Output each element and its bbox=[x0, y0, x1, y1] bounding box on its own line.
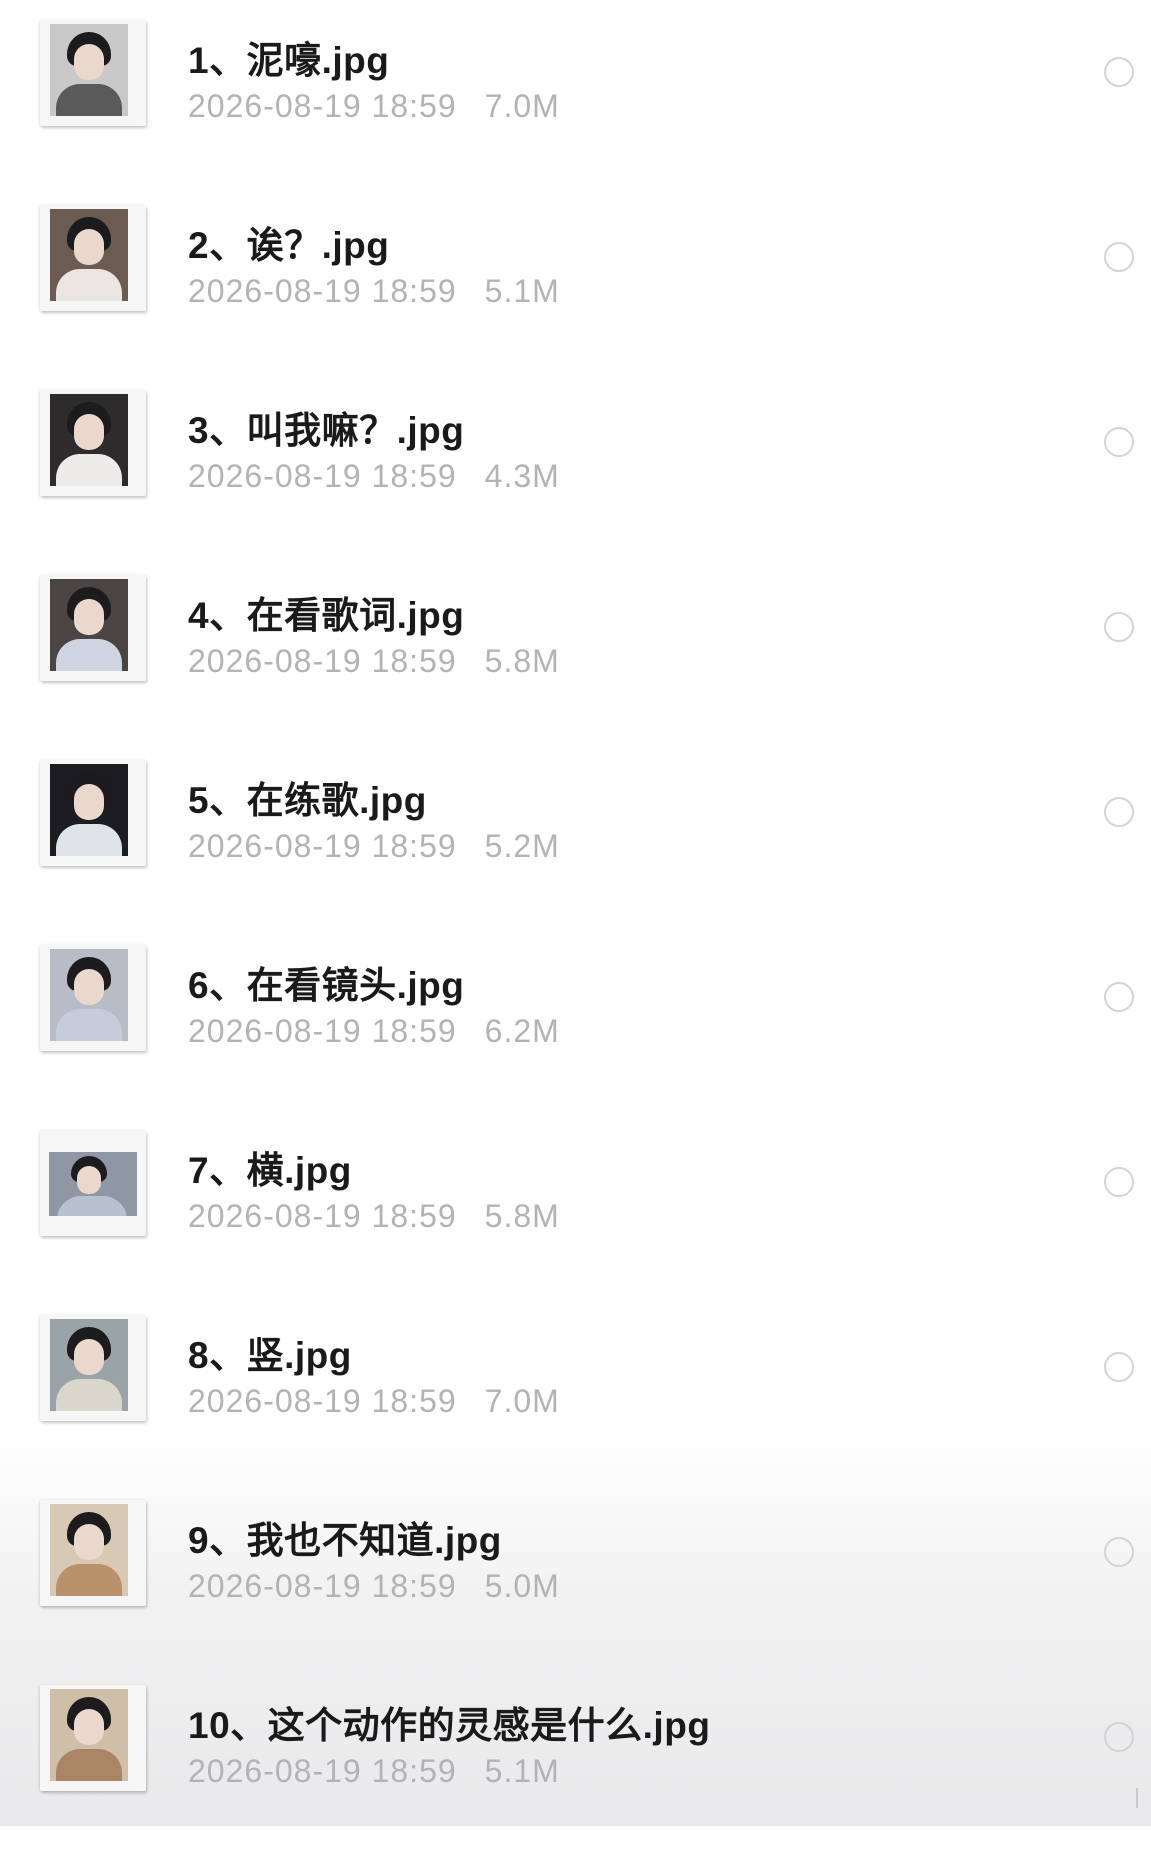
file-size: 4.3M bbox=[484, 458, 560, 494]
file-meta: 2026-08-19 18:59 7.0M bbox=[188, 88, 560, 125]
photo-thumbnail-icon bbox=[40, 1500, 146, 1606]
file-date: 2026-08-19 18:59 bbox=[188, 643, 457, 679]
file-row[interactable]: 7、横.jpg 2026-08-19 18:59 5.8M bbox=[0, 1110, 1151, 1295]
file-date: 2026-08-19 18:59 bbox=[188, 458, 457, 494]
file-row[interactable]: 8、竖.jpg 2026-08-19 18:59 7.0M bbox=[0, 1295, 1151, 1480]
selection-circle-icon[interactable] bbox=[1104, 1722, 1134, 1752]
photo-thumbnail-icon bbox=[40, 1315, 146, 1421]
file-row[interactable]: 10、这个动作的灵感是什么.jpg 2026-08-19 18:59 5.1M bbox=[0, 1665, 1151, 1850]
file-row[interactable]: 3、叫我嘛？.jpg 2026-08-19 18:59 4.3M bbox=[0, 370, 1151, 555]
selection-circle-icon[interactable] bbox=[1104, 57, 1134, 87]
file-size: 7.0M bbox=[484, 1383, 560, 1419]
selection-circle-icon[interactable] bbox=[1104, 612, 1134, 642]
file-name: 2、诶？.jpg bbox=[188, 225, 390, 266]
file-list: 1、泥嚎.jpg 2026-08-19 18:59 7.0M 2、诶？.jpg 2… bbox=[0, 0, 1151, 1826]
file-row[interactable]: 5、在练歌.jpg 2026-08-19 18:59 5.2M bbox=[0, 740, 1151, 925]
file-size: 6.2M bbox=[484, 1013, 560, 1049]
file-meta: 2026-08-19 18:59 5.1M bbox=[188, 1753, 560, 1790]
file-meta: 2026-08-19 18:59 5.0M bbox=[188, 1568, 560, 1605]
selection-circle-icon[interactable] bbox=[1104, 797, 1134, 827]
file-size: 5.8M bbox=[484, 1198, 560, 1234]
photo-thumbnail-icon bbox=[40, 1685, 146, 1791]
file-name: 7、横.jpg bbox=[188, 1150, 352, 1191]
photo-thumbnail-icon bbox=[40, 390, 146, 496]
file-meta: 2026-08-19 18:59 7.0M bbox=[188, 1383, 560, 1420]
selection-circle-icon[interactable] bbox=[1104, 242, 1134, 272]
file-size: 5.2M bbox=[484, 828, 560, 864]
file-size: 5.1M bbox=[484, 273, 560, 309]
file-date: 2026-08-19 18:59 bbox=[188, 273, 457, 309]
file-meta: 2026-08-19 18:59 5.8M bbox=[188, 643, 560, 680]
selection-circle-icon[interactable] bbox=[1104, 1167, 1134, 1197]
file-size: 5.1M bbox=[484, 1753, 560, 1789]
selection-circle-icon[interactable] bbox=[1104, 427, 1134, 457]
file-date: 2026-08-19 18:59 bbox=[188, 88, 457, 124]
file-meta: 2026-08-19 18:59 5.8M bbox=[188, 1198, 560, 1235]
file-row[interactable]: 6、在看镜头.jpg 2026-08-19 18:59 6.2M bbox=[0, 925, 1151, 1110]
photo-thumbnail-icon bbox=[40, 575, 146, 681]
file-date: 2026-08-19 18:59 bbox=[188, 828, 457, 864]
file-name: 1、泥嚎.jpg bbox=[188, 40, 390, 81]
file-name: 3、叫我嘛？.jpg bbox=[188, 410, 465, 451]
file-date: 2026-08-19 18:59 bbox=[188, 1198, 457, 1234]
scroll-indicator[interactable] bbox=[1136, 1788, 1138, 1808]
file-name: 9、我也不知道.jpg bbox=[188, 1520, 502, 1561]
file-name: 5、在练歌.jpg bbox=[188, 780, 427, 821]
file-meta: 2026-08-19 18:59 5.1M bbox=[188, 273, 560, 310]
file-row[interactable]: 9、我也不知道.jpg 2026-08-19 18:59 5.0M bbox=[0, 1480, 1151, 1665]
file-size: 5.0M bbox=[484, 1568, 560, 1604]
photo-thumbnail-icon bbox=[40, 760, 146, 866]
file-date: 2026-08-19 18:59 bbox=[188, 1568, 457, 1604]
selection-circle-icon[interactable] bbox=[1104, 1352, 1134, 1382]
file-meta: 2026-08-19 18:59 5.2M bbox=[188, 828, 560, 865]
selection-circle-icon[interactable] bbox=[1104, 1537, 1134, 1567]
file-name: 10、这个动作的灵感是什么.jpg bbox=[188, 1705, 711, 1746]
file-date: 2026-08-19 18:59 bbox=[188, 1753, 457, 1789]
selection-circle-icon[interactable] bbox=[1104, 982, 1134, 1012]
photo-thumbnail-icon bbox=[40, 205, 146, 311]
file-meta: 2026-08-19 18:59 4.3M bbox=[188, 458, 560, 495]
photo-thumbnail-icon bbox=[40, 1130, 146, 1236]
file-row[interactable]: 1、泥嚎.jpg 2026-08-19 18:59 7.0M bbox=[0, 0, 1151, 185]
file-row[interactable]: 4、在看歌词.jpg 2026-08-19 18:59 5.8M bbox=[0, 555, 1151, 740]
file-meta: 2026-08-19 18:59 6.2M bbox=[188, 1013, 560, 1050]
file-date: 2026-08-19 18:59 bbox=[188, 1383, 457, 1419]
file-row[interactable]: 2、诶？.jpg 2026-08-19 18:59 5.1M bbox=[0, 185, 1151, 370]
photo-thumbnail-icon bbox=[40, 945, 146, 1051]
file-size: 5.8M bbox=[484, 643, 560, 679]
file-name: 6、在看镜头.jpg bbox=[188, 965, 465, 1006]
file-size: 7.0M bbox=[484, 88, 560, 124]
photo-thumbnail-icon bbox=[40, 20, 146, 126]
file-name: 8、竖.jpg bbox=[188, 1335, 352, 1376]
file-date: 2026-08-19 18:59 bbox=[188, 1013, 457, 1049]
file-name: 4、在看歌词.jpg bbox=[188, 595, 465, 636]
